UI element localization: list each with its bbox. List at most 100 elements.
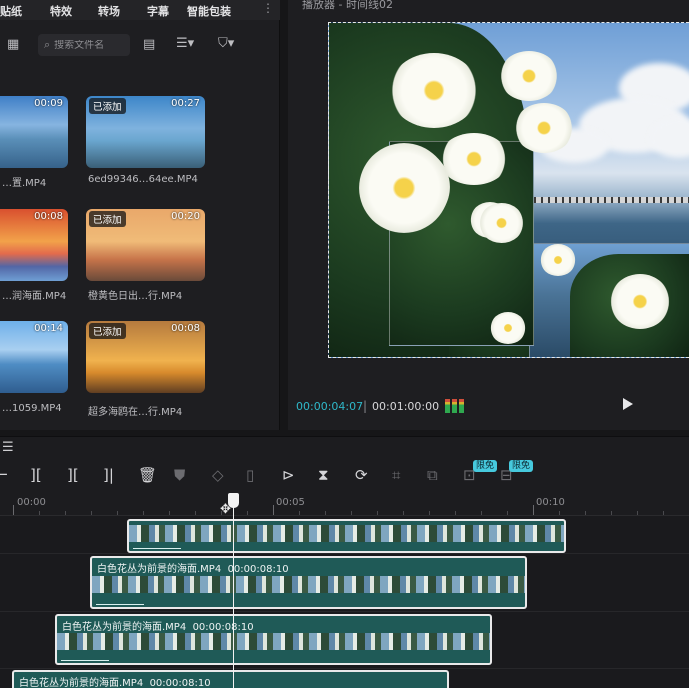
- speed-icon[interactable]: ⊳: [282, 466, 295, 484]
- timeline-tracks: 白色花丛为前景的海面.MP4 00:00:08:10 白色花丛为前景的海面.MP…: [0, 516, 689, 688]
- added-badge: 已添加: [89, 98, 126, 114]
- video-clip[interactable]: 白色花丛为前景的海面.MP4 00:00:08:10: [90, 556, 527, 609]
- split-left-icon[interactable]: ][: [67, 466, 79, 484]
- audio-meter-icon: [445, 399, 467, 413]
- media-toolbar: ▦ ⌕ ▤ ☰▾ ⛉▾: [0, 32, 280, 60]
- video-clip[interactable]: 白色花丛为前景的海面.MP4 00:00:08:10: [12, 670, 449, 688]
- sort-icon[interactable]: ☰▾: [176, 36, 194, 51]
- ruler-tick: [299, 511, 300, 515]
- media-duration: 00:14: [34, 323, 63, 334]
- media-thumbnail[interactable]: 已添加 00:08: [86, 321, 205, 393]
- added-badge: 已添加: [89, 323, 126, 339]
- search-box[interactable]: ⌕: [38, 34, 130, 56]
- grid-view-icon[interactable]: ▦: [7, 37, 19, 52]
- media-name: …置.MP4: [2, 178, 47, 189]
- ruler-tick: [13, 505, 14, 515]
- media-thumbnail[interactable]: 00:14: [0, 321, 68, 393]
- ruler-tick: [585, 511, 586, 515]
- media-thumbnail[interactable]: 已添加 00:27: [86, 96, 205, 168]
- playhead-line: [233, 508, 234, 688]
- player-panel: 播放器 - 时间线02 00:00:04:07 | 00:01:00:00: [288, 0, 689, 430]
- media-thumbnail[interactable]: 已添加 00:20: [86, 209, 205, 281]
- ruler-tick: [273, 505, 274, 515]
- split-icon[interactable]: ][: [30, 466, 42, 484]
- ruler-tick: [429, 511, 430, 515]
- ruler-tick: [117, 511, 118, 515]
- ruler-tick: [507, 511, 508, 515]
- ruler-tick: [39, 511, 40, 515]
- clip-label: 白色花丛为前景的海面.MP4 00:00:08:10: [62, 622, 254, 633]
- layout-icon[interactable]: ▤: [143, 37, 155, 52]
- media-duration: 00:08: [34, 211, 63, 222]
- added-badge: 已添加: [89, 211, 126, 227]
- menu-icon[interactable]: ☰: [2, 440, 14, 455]
- ruler-label: 00:00: [17, 497, 46, 508]
- ruler-tick: [195, 511, 196, 515]
- time-separator: |: [363, 399, 368, 413]
- ruler-tick: [377, 511, 378, 515]
- top-tab-bar: 贴纸 特效 转场 字幕 智能包装 ⋮: [0, 0, 280, 20]
- tab-effects[interactable]: 特效: [50, 3, 72, 19]
- search-input[interactable]: [54, 39, 121, 51]
- media-duration: 00:09: [34, 98, 63, 109]
- ruler-tick: [663, 511, 664, 515]
- ruler-tick: [143, 511, 144, 515]
- export-frame-icon[interactable]: ⧉: [427, 466, 438, 484]
- timeline-ruler[interactable]: 00:00 00:05 00:10: [0, 492, 689, 516]
- rotate-icon[interactable]: ⟳: [355, 466, 368, 484]
- timeline-toolbar: ⌐ ][ ][ ]| 🗑 ⛊ ◇ ▯ ⊳ ⧗ ⟳ ⌗ ⧉ ⊡ 限免 ⊟ 限免: [0, 460, 689, 492]
- search-icon: ⌕: [44, 38, 51, 51]
- ruler-tick: [481, 511, 482, 515]
- ruler-tick: [169, 511, 170, 515]
- ruler-tick: [325, 511, 326, 515]
- player-title: 播放器 - 时间线02: [302, 0, 393, 11]
- media-name: 超多海鸥在…行.MP4: [88, 407, 183, 418]
- media-thumbnail[interactable]: 00:09: [0, 96, 68, 168]
- media-name: …润海面.MP4: [2, 291, 67, 302]
- video-clip[interactable]: 白色花丛为前景的海面.MP4 00:00:08:10: [55, 614, 492, 665]
- video-clip[interactable]: [127, 519, 566, 553]
- clip-label: 白色花丛为前景的海面.MP4 00:00:08:10: [19, 678, 211, 688]
- ruler-tick: [533, 505, 534, 515]
- split-right-icon[interactable]: ]|: [103, 466, 114, 484]
- delete-icon[interactable]: 🗑: [138, 466, 157, 484]
- mask-icon[interactable]: ◇: [212, 466, 224, 484]
- crop-icon[interactable]: ⌗: [392, 466, 400, 484]
- tab-transitions[interactable]: 转场: [98, 3, 120, 19]
- tab-smart-packaging[interactable]: 智能包装: [187, 3, 231, 19]
- media-panel: ▦ ⌕ ▤ ☰▾ ⛉▾ 00:09 …置.MP4 已添加 00:27 6ed99…: [0, 20, 280, 430]
- play-button[interactable]: [623, 398, 633, 410]
- media-duration: 00:27: [171, 98, 200, 109]
- ruler-tick: [559, 511, 560, 515]
- ruler-tick: [611, 511, 612, 515]
- tab-stickers[interactable]: 贴纸: [0, 3, 22, 19]
- more-tabs-icon[interactable]: ⋮: [262, 1, 274, 15]
- media-duration: 00:08: [171, 323, 200, 334]
- ruler-tick: [65, 511, 66, 515]
- media-name: 橙黄色日出…行.MP4: [88, 291, 183, 302]
- shield-icon[interactable]: ⛊: [174, 466, 185, 484]
- media-thumbnail[interactable]: 00:08: [0, 209, 68, 281]
- move-cursor-icon: ✥: [220, 502, 231, 517]
- ruler-tick: [247, 511, 248, 515]
- current-time: 00:00:04:07: [296, 400, 364, 413]
- ruler-tick: [637, 511, 638, 515]
- filter-icon[interactable]: ⛉▾: [218, 36, 234, 51]
- media-name: …1059.MP4: [2, 403, 62, 414]
- free-badge: 限免: [473, 460, 498, 472]
- ruler-tick: [91, 511, 92, 515]
- ruler-tick: [455, 511, 456, 515]
- timeline-header: ☰: [0, 436, 689, 460]
- ruler-tick: [403, 511, 404, 515]
- freeze-icon[interactable]: ▯: [246, 466, 254, 484]
- video-preview[interactable]: [328, 22, 689, 358]
- tab-captions[interactable]: 字幕: [147, 3, 169, 19]
- clip-label: 白色花丛为前景的海面.MP4 00:00:08:10: [97, 564, 289, 575]
- free-badge: 限免: [509, 460, 534, 472]
- ruler-label: 00:10: [536, 497, 565, 508]
- ruler-tick: [351, 511, 352, 515]
- undo-icon[interactable]: ⌐: [0, 466, 9, 484]
- mirror-icon[interactable]: ⧗: [318, 466, 329, 484]
- total-time: 00:01:00:00: [372, 400, 440, 413]
- media-name: 6ed99346…64ee.MP4: [88, 174, 198, 185]
